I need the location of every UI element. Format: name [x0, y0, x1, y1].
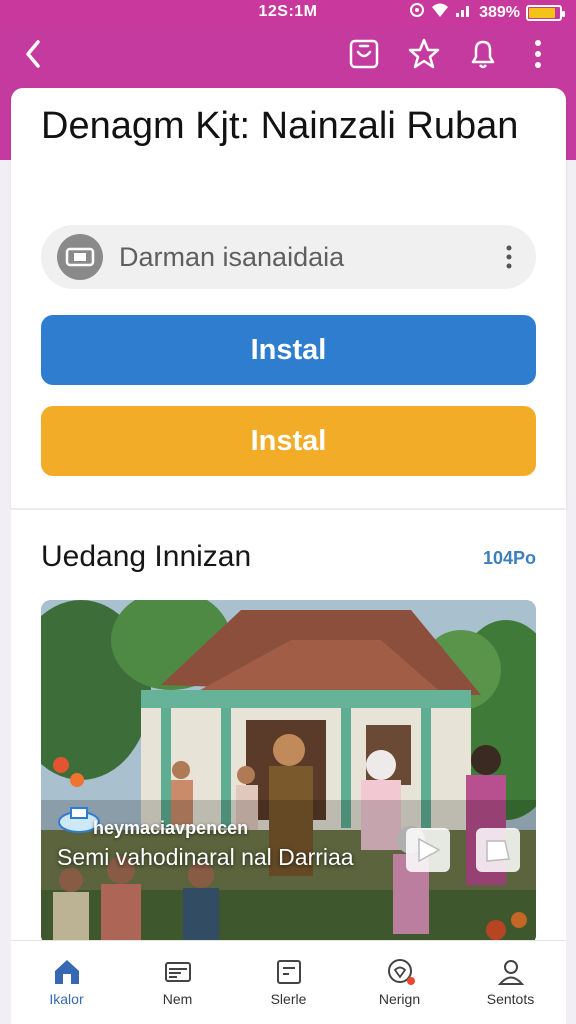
nav-item-nerign[interactable]: Nerign — [350, 941, 450, 1024]
nav-label-sentots: Sentots — [486, 991, 535, 1007]
back-arrow-icon[interactable] — [20, 36, 52, 72]
section-more-link[interactable]: 104Po — [483, 548, 536, 569]
hero-subtitle: heymaciavpencen — [93, 818, 249, 838]
person-icon — [497, 960, 524, 985]
hero-image — [41, 600, 536, 945]
grid-icon — [276, 960, 301, 984]
install-button[interactable]: Instal — [41, 315, 536, 385]
star-icon[interactable] — [406, 36, 442, 72]
nav-label-slerle: Slerle — [270, 991, 307, 1007]
nav-item-slerle[interactable]: Slerle — [239, 941, 339, 1024]
nav-item-home[interactable]: Ikalor — [17, 941, 117, 1024]
hero-media[interactable]: heymaciavpencen Semi vahodinaral nal Dar… — [41, 600, 536, 945]
nav-label-nerign: Nerign — [378, 991, 421, 1007]
bag-icon[interactable] — [346, 36, 382, 72]
signal-icon — [455, 2, 473, 23]
developer-avatar-icon — [57, 234, 103, 280]
app-title: Denagm Kjt: Nainzali Ruban — [41, 105, 519, 147]
nav-item-nem[interactable]: Nem — [128, 941, 228, 1024]
play-icon[interactable] — [406, 828, 450, 872]
status-icons: 389% — [409, 2, 565, 23]
bell-icon[interactable] — [465, 36, 501, 72]
developer-chip[interactable]: Darman isanaidaia — [41, 225, 536, 289]
wifi-icon — [431, 2, 449, 23]
data-sync-icon — [409, 2, 425, 23]
bottom-nav: Ikalor Nem Slerle Nerign Sentots — [11, 940, 566, 1024]
status-bar: 12S:1M 389% — [0, 0, 576, 26]
hero-caption: Semi vahodinaral nal Darriaa — [57, 844, 354, 870]
install-secondary-button[interactable]: Instal — [41, 406, 536, 476]
developer-more-icon[interactable] — [504, 243, 514, 271]
heart-chat-icon — [387, 959, 415, 985]
card-icon — [164, 962, 191, 982]
battery-fill — [529, 7, 555, 18]
nav-item-sentots[interactable]: Sentots — [461, 941, 561, 1024]
app-info-card: Denagm Kjt: Nainzali Ruban Darman isanai… — [11, 88, 566, 508]
home-icon — [54, 960, 79, 984]
developer-name: Darman isanaidaia — [119, 242, 345, 272]
battery-text: 389% — [479, 3, 520, 21]
nav-label-home: Ikalor — [49, 991, 84, 1007]
more-vert-icon[interactable] — [520, 36, 556, 72]
nav-label-nem: Nem — [162, 991, 193, 1007]
section-title: Uedang Innizan — [41, 540, 252, 573]
next-icon[interactable] — [476, 828, 520, 872]
battery-icon — [526, 4, 565, 21]
